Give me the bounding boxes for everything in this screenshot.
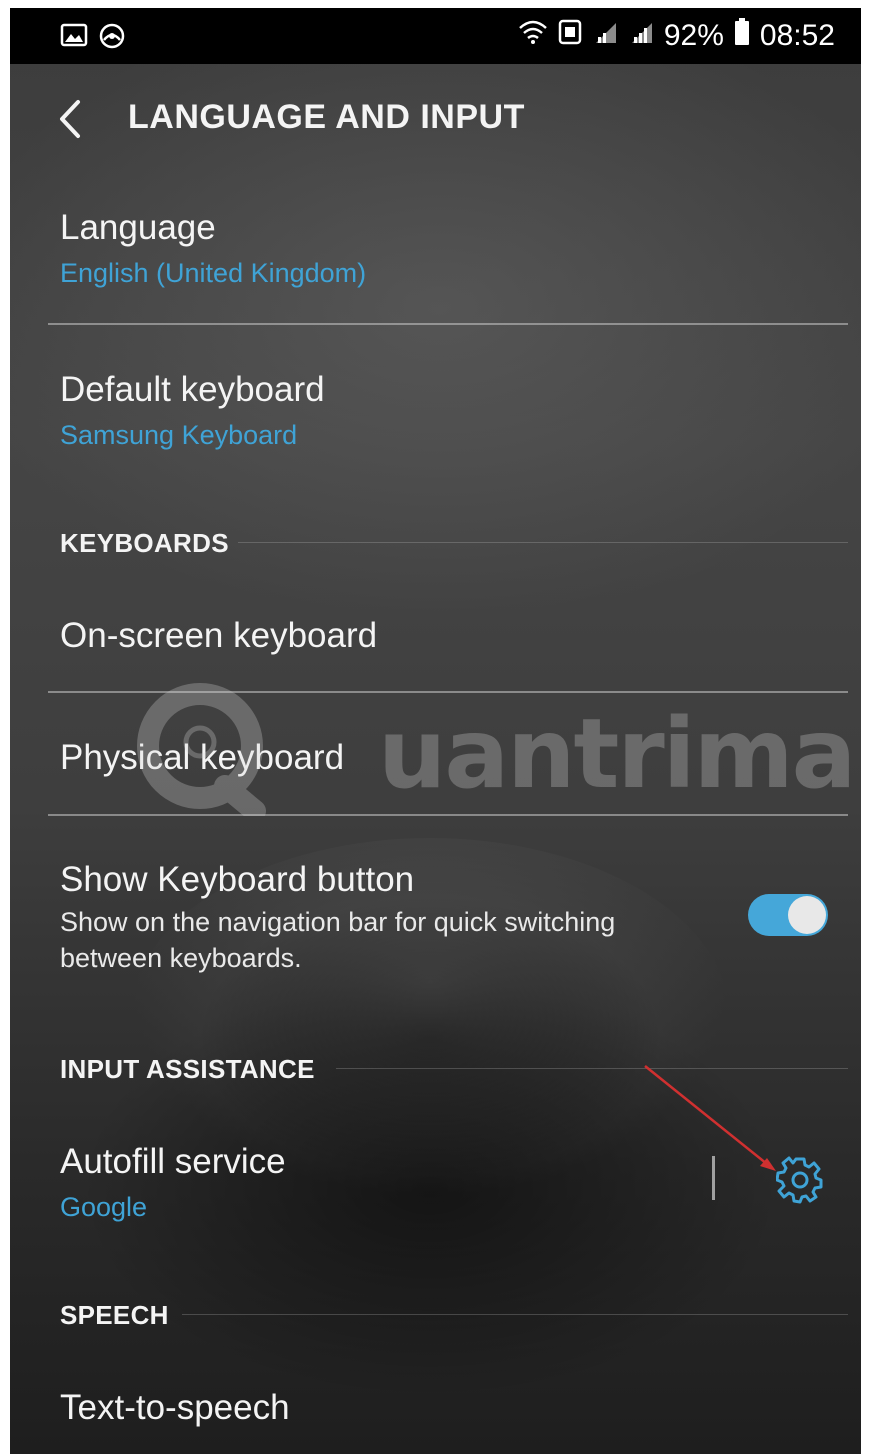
- section-divider: [182, 1314, 848, 1315]
- section-speech: SPEECH: [60, 1300, 169, 1330]
- settings-screen: 92% 08:52 LANGUAGE AND INPUT Language En…: [10, 8, 861, 1454]
- annotation-arrow: [644, 1065, 776, 1171]
- text-to-speech-title: Text-to-speech: [60, 1388, 290, 1427]
- text-to-speech-item[interactable]: Text-to-speech: [60, 1388, 290, 1428]
